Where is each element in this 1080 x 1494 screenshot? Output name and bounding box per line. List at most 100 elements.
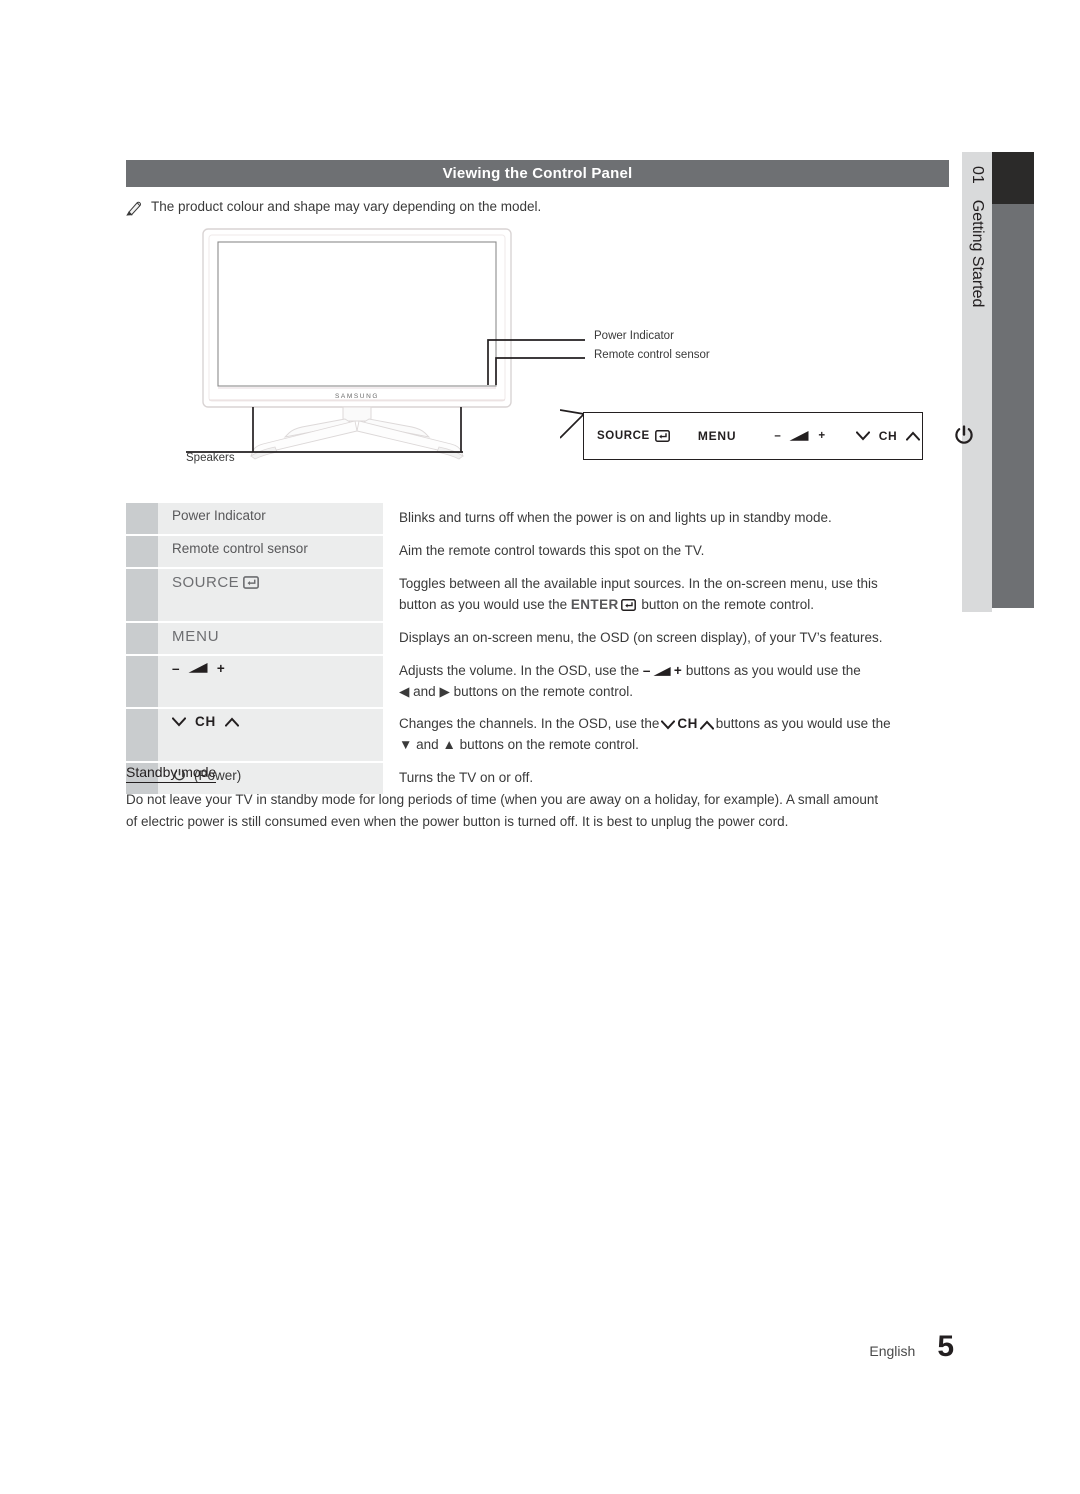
callout-label-speakers: Speakers [186,452,235,464]
volume-plus-label: + [818,430,826,442]
chapter-tab-dark-block [992,152,1034,204]
row-description-line: Adjusts the volume. In the OSD, use the … [399,661,949,682]
table-row: Remote control sensor Aim the remote con… [126,535,949,567]
desc-text-after: button on the remote control. [637,596,814,612]
standby-mode-heading: Standby mode [126,764,217,783]
enter-arrow-icon [654,430,670,442]
row-label: Power Indicator [158,503,383,534]
samsung-logo: SAMSUNG [335,393,379,400]
row-swatch [126,535,158,567]
chevron-up-icon [906,431,921,441]
control-panel-source[interactable]: SOURCE [597,430,670,442]
control-panel-power[interactable] [952,424,976,448]
row-description-line: Changes the channels. In the OSD, use th… [399,714,949,735]
arrow-up-icon: ▲ [442,737,456,753]
channel-label: CH [878,429,898,443]
table-row: – + Adjusts the volume. In the OSD, use … [126,655,949,708]
control-panel-source-label: SOURCE [597,430,650,442]
channel-label: CH [195,714,217,730]
page-footer: English 5 [0,1330,1080,1364]
row-label-text: Power Indicator [172,508,266,523]
control-panel-volume[interactable]: – + [774,430,825,442]
callout-label-remote-sensor: Remote control sensor [594,349,710,361]
row-label-text: SOURCE [172,573,240,591]
row-description: Changes the channels. In the OSD, use th… [383,709,949,761]
row-label-source: SOURCE [172,573,260,591]
row-description-line: Toggles between all the available input … [399,575,878,591]
row-swatch [126,709,158,762]
enter-arrow-icon [620,598,636,611]
row-description-line: button as you would use the ENTER button… [399,595,949,616]
row-description-line: ▼ and ▲ buttons on the remote control. [399,735,949,756]
section-header-bar: Viewing the Control Panel [126,160,949,187]
row-description: Toggles between all the available input … [383,569,949,621]
volume-minus-label: – [172,660,180,676]
row-label-channel: CH [172,714,240,730]
control-panel-diagram: SOURCE MENU – + CH [583,412,973,460]
note-pencil-icon [126,201,141,216]
row-swatch [126,568,158,621]
chevron-down-icon [855,431,870,441]
desc-text-after: buttons as you would use the [715,716,891,732]
callout-label-power-indicator: Power Indicator [594,330,674,342]
chapter-title: Getting Started [969,199,986,308]
desc-key-enter: ENTER [570,596,619,612]
row-label: MENU [158,622,383,654]
footer-language: English [869,1343,916,1359]
row-swatch [126,655,158,708]
row-description: Displays an on-screen menu, the OSD (on … [383,623,949,654]
volume-wedge-icon [188,663,208,673]
volume-minus-label: – [774,430,782,442]
enter-arrow-icon [243,575,260,589]
row-label: SOURCE [158,568,383,621]
note-row: The product colour and shape may vary de… [126,199,541,216]
desc-text-and: and [413,683,436,699]
page-title: Viewing the Control Panel [442,165,633,182]
row-label: Remote control sensor [158,535,383,567]
row-description-line: Displays an on-screen menu, the OSD (on … [399,629,883,645]
tv-illustration: SAMSUNG [185,225,585,470]
table-row: Power Indicator Blinks and turns off whe… [126,503,949,534]
arrow-right-icon: ▶ [439,683,450,699]
volume-wedge-icon [789,431,809,441]
volume-wedge-icon [653,666,671,676]
chapter-tab: 01 Getting Started [962,152,992,612]
standby-line: of electric power is still consumed even… [126,813,789,829]
chevron-up-icon [225,717,240,727]
desc-text-tail: buttons on the remote control. [453,683,633,699]
volume-plus-label: + [673,662,683,678]
desc-text-and: and [416,737,439,753]
desc-text-after: buttons as you would use the [685,662,861,678]
desc-text-before: Changes the channels. In the OSD, use th… [399,716,660,732]
control-panel-menu[interactable]: MENU [698,429,737,443]
arrow-left-icon: ◀ [399,683,410,699]
chapter-tab-gray-band [992,204,1034,608]
row-description: Blinks and turns off when the power is o… [383,503,949,534]
tv-drawing: SAMSUNG [186,228,585,460]
standby-line: Do not leave your TV in standby mode for… [126,792,879,807]
control-panel-channel[interactable]: CH [855,429,921,443]
chapter-number: 01 [969,166,986,184]
row-label-text: MENU [172,627,220,645]
row-description: Adjusts the volume. In the OSD, use the … [383,656,949,708]
desc-text-tail: buttons on the remote control. [459,737,639,753]
row-description-line: ◀ and ▶ buttons on the remote control. [399,682,949,703]
row-description: Aim the remote control towards this spot… [383,536,949,567]
footer-page-number: 5 [937,1330,954,1363]
row-label: – + [158,655,383,708]
row-label-volume: – + [172,661,225,676]
chevron-down-icon [172,717,186,727]
row-swatch [126,503,158,534]
row-label-text: Remote control sensor [172,540,308,556]
standby-mode-body: Do not leave your TV in standby mode for… [126,789,954,833]
volume-minus-label: – [642,662,651,678]
note-text: The product colour and shape may vary de… [151,199,542,214]
table-row: CH Changes the channels. In the OSD, use… [126,709,949,762]
row-description-line: Blinks and turns off when the power is o… [399,510,832,525]
row-swatch [126,622,158,654]
volume-plus-label: + [216,660,226,676]
row-description-line: Aim the remote control towards this spot… [399,542,705,558]
power-icon [955,425,973,444]
desc-text-before: Adjusts the volume. In the OSD, use the [399,662,640,678]
manual-page: 01 Getting Started Viewing the Control P… [0,0,1080,1494]
